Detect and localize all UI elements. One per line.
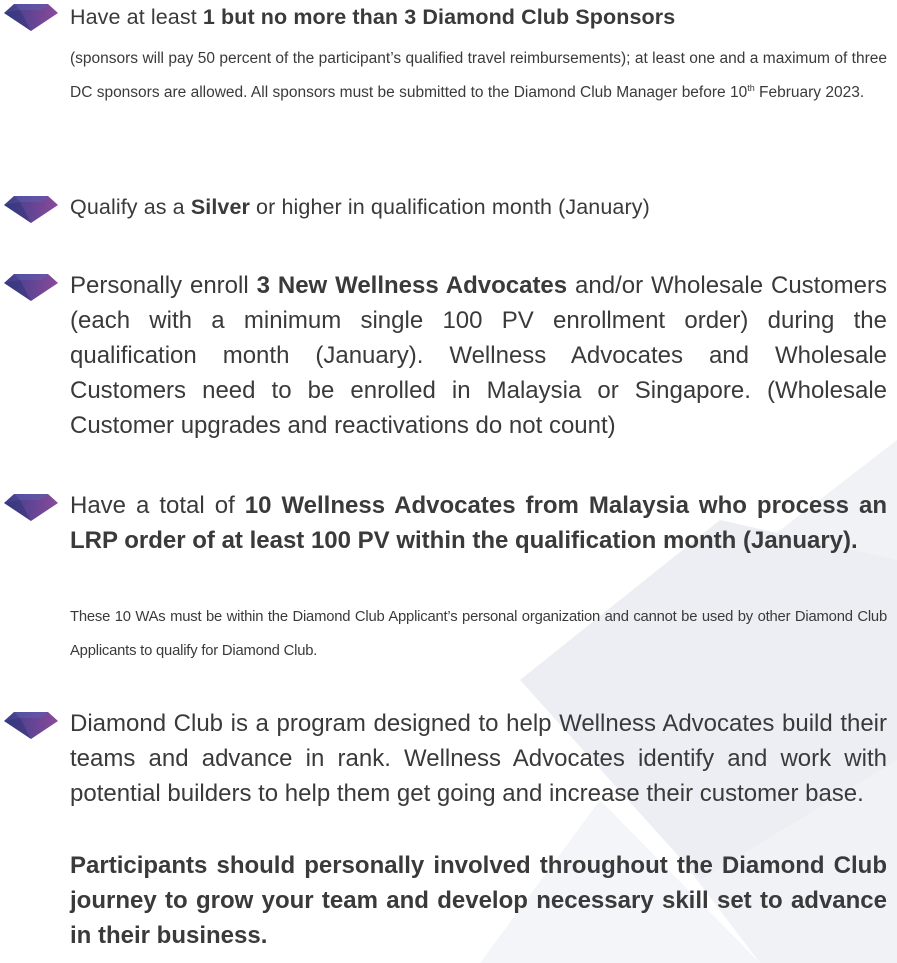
document-page: Have at least 1 but no more than 3 Diamo…: [0, 0, 897, 963]
diamond-bullet-icon: [2, 710, 60, 740]
detail-text-end: February 2023.: [754, 84, 865, 101]
description-text: Diamond Club is a program designed to he…: [70, 710, 887, 807]
requirement-body: Personally enroll 3 New Wellness Advocat…: [70, 268, 887, 443]
diamond-bullet-icon: [2, 194, 60, 224]
diamond-bullet-icon: [2, 272, 60, 302]
description-emphasis: Participants should personally involved …: [70, 848, 887, 953]
body-bold: 3 New Wellness Advocates: [256, 272, 568, 299]
diamond-bullet-icon: [2, 2, 60, 32]
requirement-detail: (sponsors will pay 50 percent of the par…: [70, 42, 887, 110]
body-prefix: Personally enroll: [70, 272, 257, 299]
description-body: Diamond Club is a program designed to he…: [70, 706, 887, 811]
requirement-heading: Qualify as a Silver or higher in qualifi…: [70, 192, 887, 222]
heading-suffix: or higher in qualification month (Januar…: [249, 195, 650, 219]
diamond-bullet-icon: [2, 492, 60, 522]
detail-text: These 10 WAs must be within the Diamond …: [70, 609, 887, 659]
heading-prefix: Qualify as a: [70, 195, 191, 219]
requirement-detail: These 10 WAs must be within the Diamond …: [70, 600, 887, 668]
heading-bold: 1 but no more than 3 Diamond Club Sponso…: [202, 5, 676, 29]
body-prefix: Have a total of: [70, 492, 245, 519]
detail-superscript: th: [747, 82, 755, 93]
heading-prefix: Have at least: [70, 5, 203, 29]
requirement-body: Have a total of 10 Wellness Advocates fr…: [70, 488, 887, 558]
heading-bold: Silver: [190, 195, 250, 219]
description-bold: Participants should personally involved …: [70, 852, 887, 949]
requirement-heading: Have at least 1 but no more than 3 Diamo…: [70, 2, 887, 32]
